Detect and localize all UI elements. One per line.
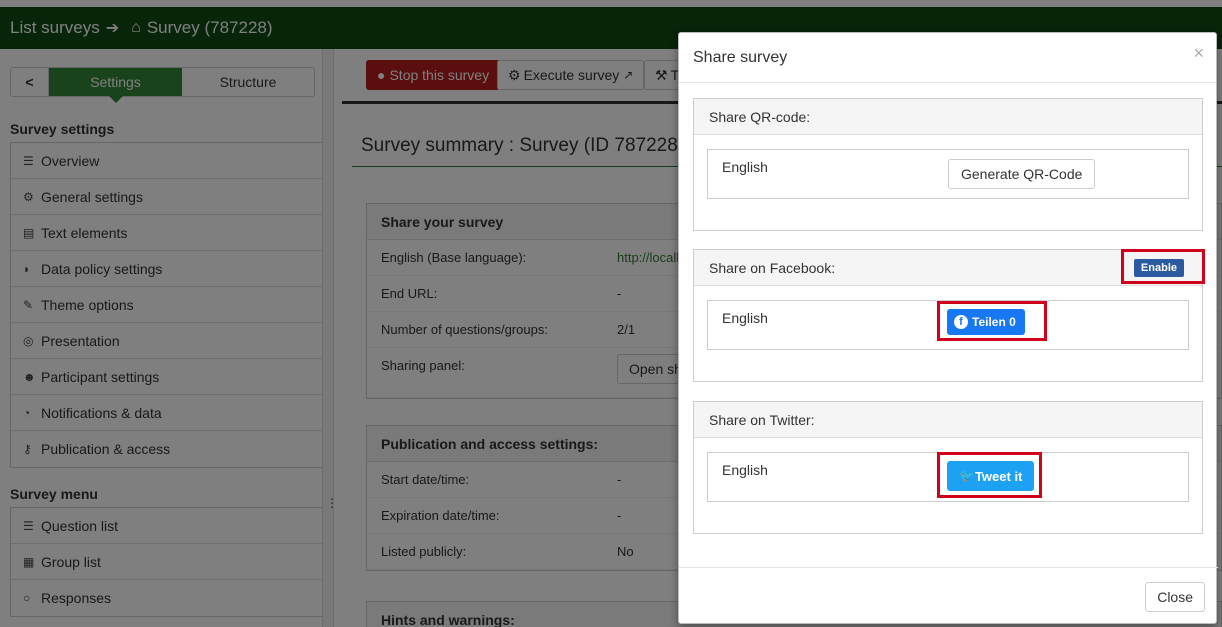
section-heading-label: Share on Facebook: — [709, 259, 836, 276]
highlight-facebook-share — [937, 301, 1047, 341]
share-qr-section: Share QR-code: English Generate QR-Code — [693, 98, 1203, 231]
highlight-tweet — [937, 452, 1042, 498]
generate-qr-code-button[interactable]: Generate QR-Code — [948, 159, 1096, 189]
highlight-enable — [1121, 249, 1205, 284]
qr-language-row: English Generate QR-Code — [707, 149, 1189, 199]
modal-header: Share survey × — [679, 33, 1216, 83]
modal-title: Share survey — [693, 48, 788, 66]
section-heading: Share on Twitter: — [694, 402, 1202, 438]
section-heading: Share QR-code: — [694, 99, 1202, 135]
language-label: English — [722, 310, 768, 326]
modal-footer: Close — [679, 567, 1218, 625]
close-button[interactable]: Close — [1145, 582, 1205, 612]
close-icon[interactable]: × — [1193, 44, 1204, 62]
language-label: English — [722, 159, 768, 175]
language-label: English — [722, 462, 768, 478]
